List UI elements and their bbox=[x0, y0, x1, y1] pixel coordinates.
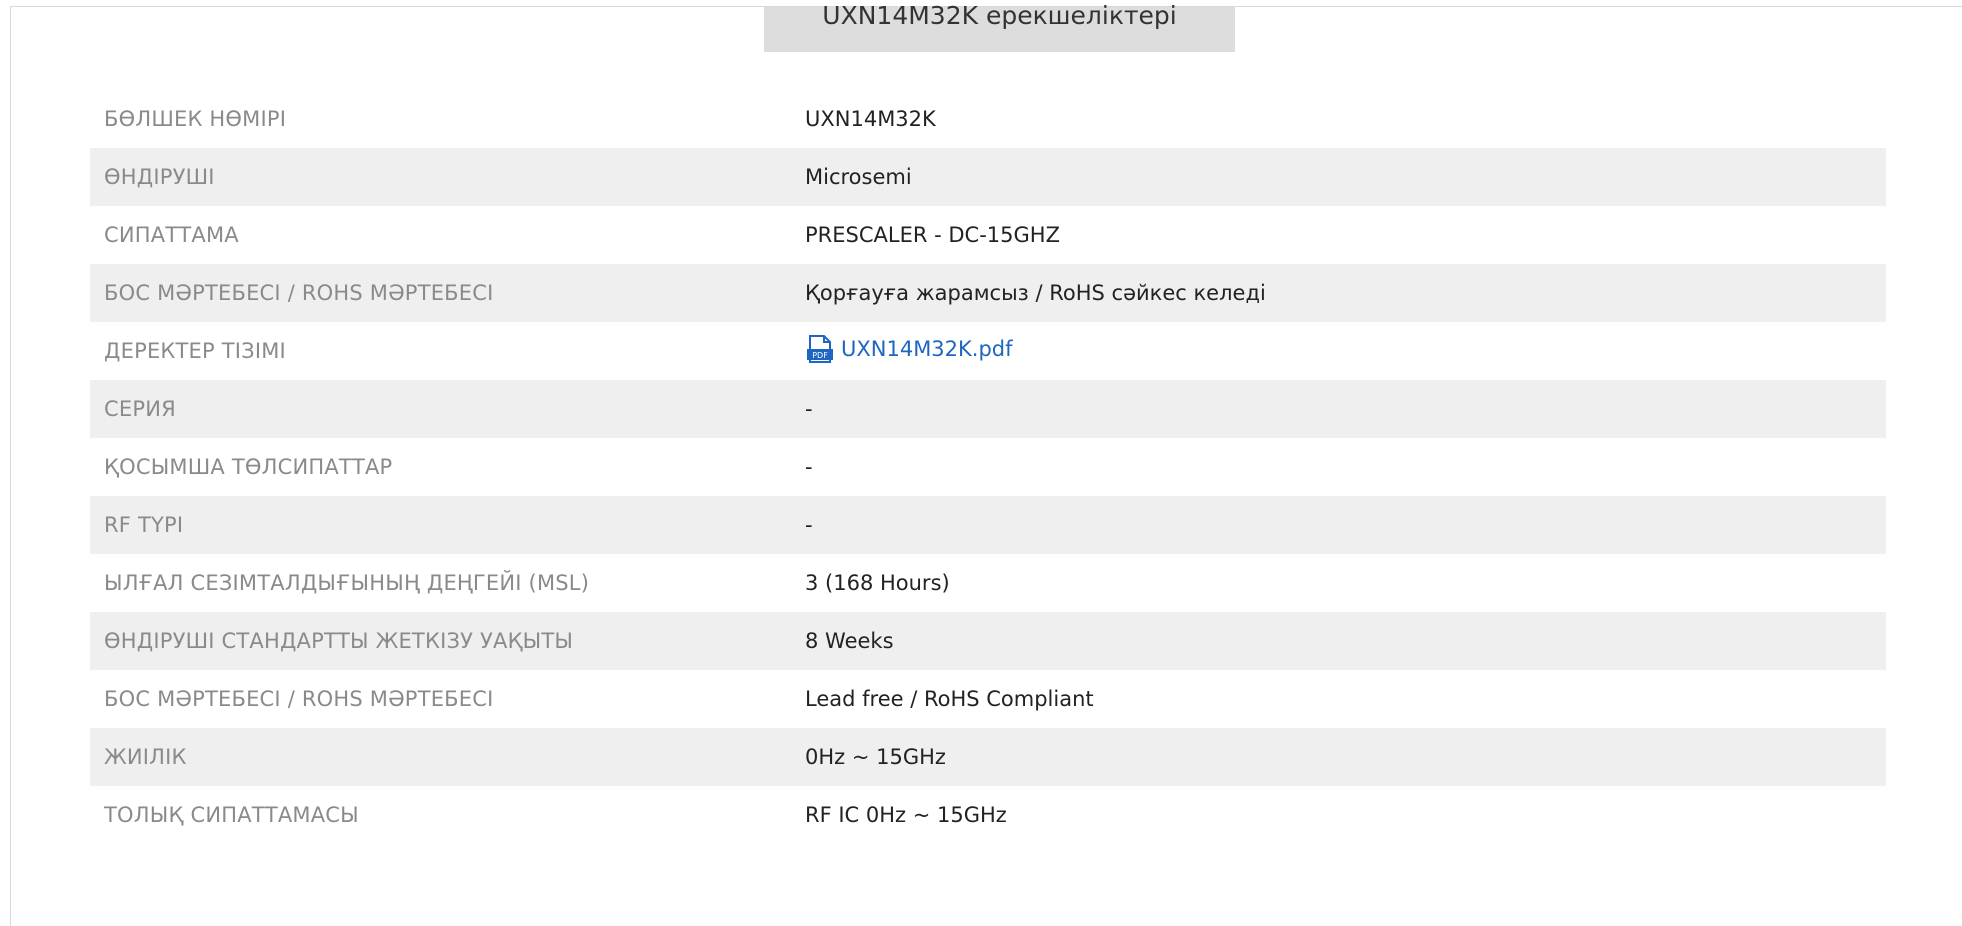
spec-label-lead-status: БОС МӘРТЕБЕСІ / ROHS МӘРТЕБЕСІ bbox=[104, 281, 494, 305]
spec-value-rohs-status: Lead free / RoHS Compliant bbox=[805, 687, 1094, 711]
spec-label-part-number: БӨЛШЕК НӨМІРІ bbox=[104, 107, 287, 131]
spec-label-lead-time: ӨНДІРУШІ СТАНДАРТТЫ ЖЕТКІЗУ УАҚЫТЫ bbox=[104, 629, 574, 653]
spec-value-msl: 3 (168 Hours) bbox=[805, 571, 950, 595]
spec-value-extra-attributes: - bbox=[805, 455, 813, 479]
spec-value-part-number: UXN14M32K bbox=[805, 107, 936, 131]
spec-value-datasheet: PDF UXN14M32K.pdf bbox=[805, 322, 1886, 380]
spec-label-manufacturer: ӨНДІРУШІ bbox=[104, 165, 215, 189]
spec-value-manufacturer: Microsemi bbox=[805, 165, 912, 189]
table-row: ҚОСЫМША ТӨЛСИПАТТАР - bbox=[90, 438, 1886, 496]
table-row: ЫЛҒАЛ СЕЗІМТАЛДЫҒЫНЫҢ ДЕҢГЕЙІ (MSL) 3 (1… bbox=[90, 554, 1886, 612]
section-title-tab: UXN14M32K ерекшеліктері bbox=[764, 3, 1235, 52]
spec-label-frequency: ЖИІЛІК bbox=[104, 745, 187, 769]
table-row: ДЕРЕКТЕР ТІЗІМІ PDF UXN14M32K.pdf bbox=[90, 322, 1886, 380]
datasheet-link[interactable]: PDF UXN14M32K.pdf bbox=[805, 334, 1013, 364]
spec-value-description: PRESCALER - DC-15GHZ bbox=[805, 223, 1060, 247]
spec-label-rohs-status: БОС МӘРТЕБЕСІ / ROHS МӘРТЕБЕСІ bbox=[104, 687, 494, 711]
table-row: СЕРИЯ - bbox=[90, 380, 1886, 438]
table-row: ӨНДІРУШІ Microsemi bbox=[90, 148, 1886, 206]
spec-value-full-description: RF IC 0Hz ~ 15GHz bbox=[805, 803, 1007, 827]
specs-table: БӨЛШЕК НӨМІРІ UXN14M32K ӨНДІРУШІ Microse… bbox=[90, 90, 1886, 844]
spec-value-lead-status: Қорғауға жарамсыз / RoHS сәйкес келеді bbox=[805, 281, 1266, 305]
table-row: СИПАТТАМА PRESCALER - DC-15GHZ bbox=[90, 206, 1886, 264]
spec-value-frequency: 0Hz ~ 15GHz bbox=[805, 745, 946, 769]
spec-label-rf-type: RF ТҮРІ bbox=[104, 513, 184, 537]
pdf-icon: PDF bbox=[807, 334, 833, 363]
datasheet-link-text: UXN14M32K.pdf bbox=[841, 336, 1013, 361]
spec-label-full-description: ТОЛЫҚ СИПАТТАМАСЫ bbox=[104, 803, 359, 827]
section-title: UXN14M32K ерекшеліктері bbox=[822, 1, 1177, 30]
spec-label-msl: ЫЛҒАЛ СЕЗІМТАЛДЫҒЫНЫҢ ДЕҢГЕЙІ (MSL) bbox=[104, 571, 590, 595]
table-row: БОС МӘРТЕБЕСІ / ROHS МӘРТЕБЕСІ Lead free… bbox=[90, 670, 1886, 728]
table-row: RF ТҮРІ - bbox=[90, 496, 1886, 554]
spec-label-datasheet: ДЕРЕКТЕР ТІЗІМІ bbox=[104, 339, 286, 363]
spec-label-series: СЕРИЯ bbox=[104, 397, 176, 421]
spec-label-description: СИПАТТАМА bbox=[104, 223, 239, 247]
table-row: ТОЛЫҚ СИПАТТАМАСЫ RF IC 0Hz ~ 15GHz bbox=[90, 786, 1886, 844]
table-row: ЖИІЛІК 0Hz ~ 15GHz bbox=[90, 728, 1886, 786]
table-row: БОС МӘРТЕБЕСІ / ROHS МӘРТЕБЕСІ Қорғауға … bbox=[90, 264, 1886, 322]
spec-value-lead-time: 8 Weeks bbox=[805, 629, 894, 653]
spec-value-rf-type: - bbox=[805, 513, 813, 537]
spec-label-extra-attributes: ҚОСЫМША ТӨЛСИПАТТАР bbox=[104, 455, 393, 479]
table-row: ӨНДІРУШІ СТАНДАРТТЫ ЖЕТКІЗУ УАҚЫТЫ 8 Wee… bbox=[90, 612, 1886, 670]
spec-value-series: - bbox=[805, 397, 813, 421]
table-row: БӨЛШЕК НӨМІРІ UXN14M32K bbox=[90, 90, 1886, 148]
svg-text:PDF: PDF bbox=[812, 351, 828, 360]
